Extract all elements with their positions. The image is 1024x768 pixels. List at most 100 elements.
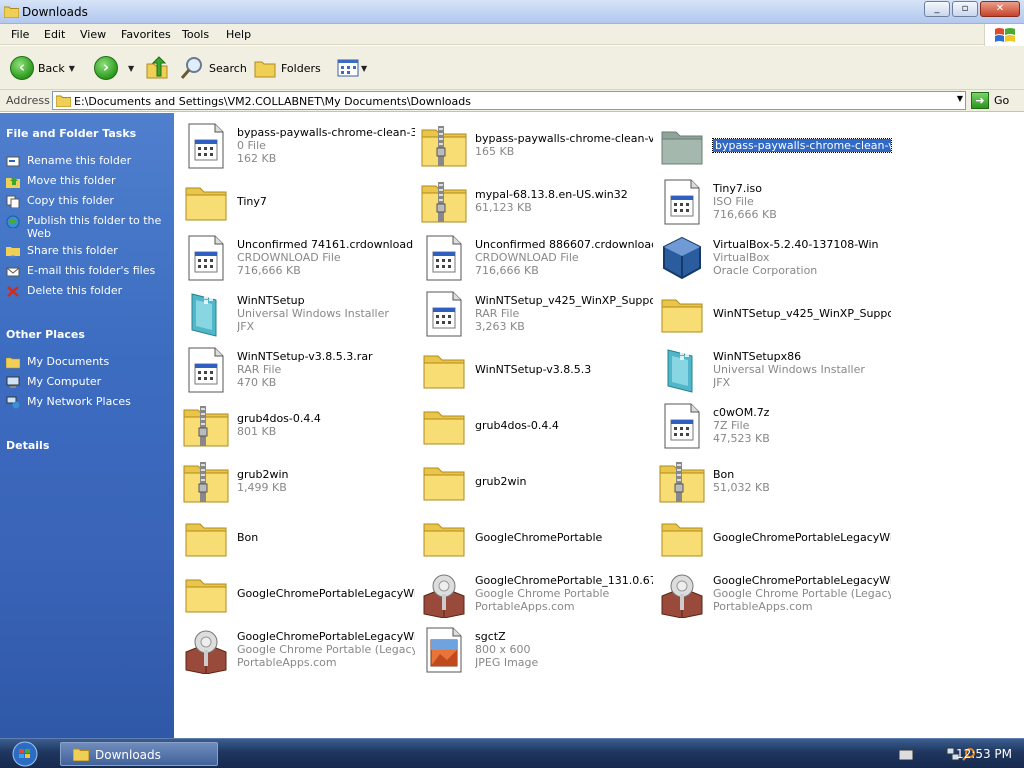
close-button[interactable]: ✕ xyxy=(980,1,1020,17)
file-item[interactable]: Tiny7 xyxy=(180,174,416,228)
file-detail: 801 KB xyxy=(237,425,277,438)
network-places-icon xyxy=(6,396,20,409)
menu-edit[interactable]: Edit xyxy=(44,28,65,41)
forward-button[interactable]: › ▼ xyxy=(94,54,134,82)
file-item[interactable]: VirtualBox-5.2.40-137108-Win VirtualBox Or… xyxy=(656,230,892,284)
maximize-button[interactable]: ▫ xyxy=(952,1,978,17)
details-title[interactable]: Details xyxy=(6,439,49,452)
go-button[interactable]: ➜ Go xyxy=(971,92,1009,109)
file-item[interactable]: Unconfirmed 886607.crdownload CRDOWNLOAD … xyxy=(418,230,654,284)
file-item[interactable]: WinNTSetup_v425_WinXP_Suppo... xyxy=(656,286,892,340)
file-name: c0wOM.7z xyxy=(713,405,770,419)
file-folder-tasks-title[interactable]: File and Folder Tasks xyxy=(6,127,136,140)
file-item[interactable]: GoogleChromePortableLegacyWi... Google Ch… xyxy=(180,622,416,676)
file-item[interactable]: WinNTSetup_v425_WinXP_Suppo... RAR File 3,… xyxy=(418,286,654,340)
file-item[interactable]: WinNTSetup-v3.8.5.3 xyxy=(418,342,654,396)
file-item[interactable]: GoogleChromePortableLegacyWi... xyxy=(656,510,892,564)
search-button[interactable]: Search xyxy=(180,54,247,82)
copy-icon xyxy=(6,195,20,208)
file-name: WinNTSetup-v3.8.5.3 xyxy=(475,362,592,376)
menu-help[interactable]: Help xyxy=(226,28,251,41)
toolbar: ‹ Back ▼ › ▼ Search Folders ▼ xyxy=(0,46,1024,90)
menu-tools[interactable]: Tools xyxy=(182,28,209,41)
file-name: WinNTSetup-v3.8.5.3.rar xyxy=(237,349,373,363)
up-folder-button[interactable] xyxy=(145,54,169,82)
file-detail: PortableApps.com xyxy=(475,599,575,613)
file-item[interactable]: GoogleChromePortable_131.0.67... Google C… xyxy=(418,566,654,620)
taskbar-downloads-button[interactable]: Downloads xyxy=(60,742,218,766)
file-detail: PortableApps.com xyxy=(713,599,813,613)
folder-icon xyxy=(73,748,89,761)
back-button[interactable]: ‹ Back ▼ xyxy=(10,54,75,82)
file-item[interactable]: bypass-paywalls-chrome-clean-v... 165 KB xyxy=(418,118,654,172)
file-item[interactable]: sgctZ 800 x 600 JPEG Image xyxy=(418,622,654,676)
file-name: grub2win xyxy=(475,474,527,488)
file-item[interactable]: grub2win xyxy=(418,454,654,508)
file-name: WinNTSetup_v425_WinXP_Suppo... xyxy=(475,293,653,307)
forward-dropdown-icon[interactable]: ▼ xyxy=(128,64,134,73)
menu-view[interactable]: View xyxy=(80,28,106,41)
views-button[interactable]: ▼ xyxy=(337,54,367,82)
file-detail: 165 KB xyxy=(475,145,515,158)
file-detail: JPEG Image xyxy=(475,655,539,669)
file-item[interactable]: GoogleChromePortableLegacyWi... xyxy=(180,566,416,620)
address-dropdown-icon[interactable]: ▼ xyxy=(957,94,963,103)
file-name: GoogleChromePortableLegacyWi... xyxy=(237,586,415,600)
folders-label: Folders xyxy=(281,61,321,75)
back-arrow-icon: ‹ xyxy=(10,56,34,80)
file-item[interactable]: mypal-68.13.8.en-US.win32 61,123 KB xyxy=(418,174,654,228)
zip-folder-icon xyxy=(658,458,706,506)
file-detail: VirtualBox xyxy=(713,250,770,264)
folder-icon xyxy=(56,95,71,107)
file-item[interactable]: bypass-paywalls-chrome-clean-v... xyxy=(656,118,892,172)
folders-button[interactable]: Folders xyxy=(254,54,321,82)
file-name: grub2win xyxy=(237,468,289,481)
zip-folder-icon xyxy=(420,122,468,170)
back-dropdown-icon[interactable]: ▼ xyxy=(69,64,75,73)
file-item[interactable]: GoogleChromePortable xyxy=(418,510,654,564)
start-button[interactable] xyxy=(6,741,44,767)
file-item[interactable]: Bon 51,032 KB xyxy=(656,454,892,508)
file-detail: 800 x 600 xyxy=(475,642,531,656)
file-name: Tiny7 xyxy=(237,194,267,208)
file-item[interactable]: c0wOM.7z 7Z File 47,523 KB xyxy=(656,398,892,452)
file-item[interactable]: Unconfirmed 74161.crdownload CRDOWNLOAD F… xyxy=(180,230,416,284)
file-list: bypass-paywalls-chrome-clean-3.... 0 File… xyxy=(175,113,1024,738)
windows-logo xyxy=(984,24,1024,46)
menu-file[interactable]: File xyxy=(11,28,29,41)
address-bar: Address E:\Documents and Settings\VM2.CO… xyxy=(0,90,1024,112)
search-icon xyxy=(180,57,202,79)
file-item[interactable]: grub4dos-0.4.4 801 KB xyxy=(180,398,416,452)
keyboard-icon[interactable] xyxy=(899,750,913,760)
menu-bar: File Edit View Favorites Tools Help xyxy=(0,24,1024,45)
file-item[interactable]: bypass-paywalls-chrome-clean-3.... 0 File… xyxy=(180,118,416,172)
file-detail: Universal Windows Installer xyxy=(713,362,865,376)
file-detail: 1,499 KB xyxy=(237,481,287,494)
file-item[interactable]: grub2win 1,499 KB xyxy=(180,454,416,508)
virtualbox-icon xyxy=(658,234,706,282)
folder-icon xyxy=(182,514,230,562)
file-name: Bon xyxy=(713,468,735,481)
go-label: Go xyxy=(994,94,1010,107)
file-item[interactable]: WinNTSetupx86 Universal Windows Installer… xyxy=(656,342,892,396)
file-detail: 61,123 KB xyxy=(475,201,532,214)
title-bar: Downloads _ ▫ ✕ xyxy=(0,0,1024,24)
address-input[interactable]: E:\Documents and Settings\VM2.COLLABNET\… xyxy=(52,91,966,110)
file-item[interactable]: WinNTSetup-v3.8.5.3.rar RAR File 470 KB xyxy=(180,342,416,396)
file-item[interactable]: Bon xyxy=(180,510,416,564)
up-folder-icon xyxy=(146,56,168,79)
address-path: E:\Documents and Settings\VM2.COLLABNET\… xyxy=(74,95,471,108)
menu-favorites[interactable]: Favorites xyxy=(121,28,171,41)
file-item[interactable]: WinNTSetup Universal Windows Installer JFX xyxy=(180,286,416,340)
file-item[interactable]: grub4dos-0.4.4 xyxy=(418,398,654,452)
file-detail: Google Chrome Portable (Legacy... xyxy=(237,642,415,656)
file-item[interactable]: Tiny7.iso ISO File 716,666 KB xyxy=(656,174,892,228)
file-detail: 0 File xyxy=(237,138,266,152)
minimize-button[interactable]: _ xyxy=(924,1,950,17)
other-places-title[interactable]: Other Places xyxy=(6,328,85,341)
file-name: VirtualBox-5.2.40-137108-Win xyxy=(713,237,879,251)
folder-icon xyxy=(420,458,468,506)
file-item[interactable]: GoogleChromePortableLegacyWi... Google Ch… xyxy=(656,566,892,620)
file-detail: JFX xyxy=(713,375,731,389)
file-detail: Google Chrome Portable (Legacy... xyxy=(713,586,891,600)
